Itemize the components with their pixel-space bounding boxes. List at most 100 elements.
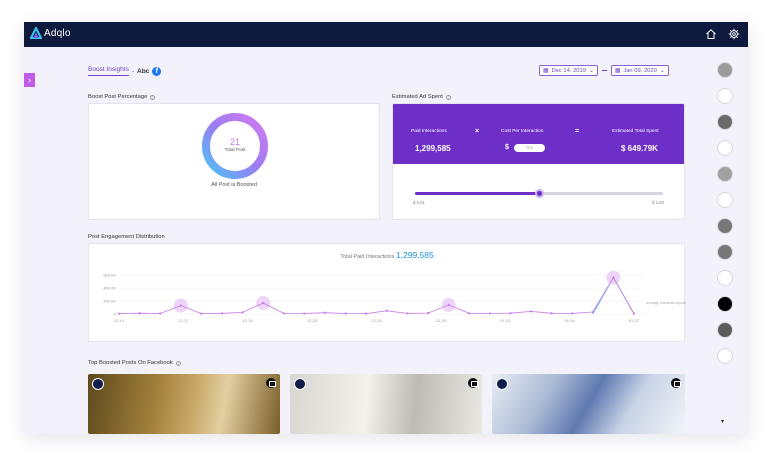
top-bar: Adqlo <box>24 22 748 47</box>
end-date-value: Jan 09, 2020 <box>623 67 657 74</box>
cost-slider-handle[interactable] <box>535 189 544 198</box>
start-date-select[interactable]: ▦ Dec 14, 2019 ⌄ <box>539 65 598 76</box>
brand-7-icon[interactable] <box>717 218 733 234</box>
breadcrumb-page: Abc <box>137 67 150 75</box>
engagement-title: Post Engagement Distribution <box>88 234 165 240</box>
total-post-value: 21 <box>229 137 240 147</box>
multiply-operator: × <box>475 128 480 135</box>
boost-note: All Post is Boosted <box>211 182 257 188</box>
equals-operator: = <box>575 128 580 135</box>
average-label: average interactions/post <box>646 301 686 305</box>
y-tick-label: 0 <box>114 312 117 317</box>
data-point <box>488 312 491 315</box>
data-point <box>529 310 533 313</box>
series-line <box>118 276 635 315</box>
data-point <box>426 311 430 315</box>
cost-slider-fill <box>415 192 539 195</box>
brand-5-icon[interactable] <box>717 166 733 182</box>
calendar-icon: ▦ <box>543 67 549 74</box>
end-date-select[interactable]: ▦ Jan 09, 2020 ⌄ <box>610 65 669 76</box>
data-point <box>509 312 512 315</box>
x-tick-label: 01-01 <box>500 318 511 323</box>
app-name: Adqlo <box>44 27 71 39</box>
brand-9-icon[interactable] <box>717 270 733 286</box>
info-icon[interactable]: i <box>445 94 451 100</box>
breadcrumb-link[interactable]: Boost Insights <box>88 66 129 76</box>
ad-spent-calculator: Paid Interactions 1,299,585 × Cost Per I… <box>393 104 684 164</box>
info-icon[interactable]: i <box>175 360 181 366</box>
data-point <box>385 309 388 312</box>
data-point <box>571 312 574 315</box>
scroll-down-icon[interactable]: ▾ <box>721 418 724 425</box>
post-thumbnail-1[interactable] <box>88 374 280 434</box>
chevron-down-icon: ⌄ <box>659 67 665 74</box>
data-point <box>550 312 553 315</box>
data-point <box>468 312 471 315</box>
facebook-icon: f <box>152 66 162 76</box>
chevron-down-icon: ⌄ <box>588 67 594 74</box>
data-point <box>303 312 306 315</box>
gear-icon[interactable] <box>728 28 740 40</box>
data-point <box>282 312 285 315</box>
brand-10-icon[interactable] <box>717 296 733 312</box>
brand-11-icon[interactable] <box>717 322 733 338</box>
y-tick-label: 600.0K <box>103 273 116 278</box>
video-icon <box>266 378 276 388</box>
page-avatar <box>92 378 104 390</box>
engagement-chart: 600.0K 400.0K 200.0K 012-14 12-17 12-20 12-23 1… <box>103 270 686 323</box>
post-thumbnail-2[interactable] <box>290 374 482 434</box>
post-thumbnail-3[interactable] <box>492 374 685 434</box>
info-icon[interactable]: i <box>150 94 156 100</box>
data-point <box>591 310 594 314</box>
logo[interactable]: Adqlo <box>30 27 71 39</box>
brand-12-icon[interactable] <box>717 348 733 364</box>
data-point <box>406 312 409 315</box>
page-avatar <box>496 378 508 390</box>
cost-per-interaction-label: Cost Per Interaction <box>501 129 544 134</box>
brand-8-icon[interactable] <box>717 244 733 260</box>
slider-max-label: $ 1.00 <box>652 200 664 205</box>
cost-per-interaction-input[interactable]: 0.5 <box>514 144 545 152</box>
data-point <box>447 303 450 306</box>
boost-percentage-card: 21 Total Post All Post is Boosted <box>88 103 380 220</box>
total-post-label: Total Post <box>224 148 246 153</box>
data-point <box>323 311 327 314</box>
paid-interactions-label: Paid Interactions <box>411 129 447 134</box>
paid-interactions-value: 1,299,585 <box>415 144 451 153</box>
data-point <box>220 312 224 315</box>
cost-currency: $ <box>505 144 509 151</box>
data-point <box>632 312 636 315</box>
brand-3-icon[interactable] <box>717 114 733 130</box>
data-point <box>159 312 162 315</box>
engagement-card: Total Paid Interactions 1,299,585 600.0K… <box>88 243 686 342</box>
brand-4-icon[interactable] <box>717 140 733 156</box>
x-tick-label: 12-14 <box>114 318 125 323</box>
estimated-total-label: Estimated Total Spent <box>612 129 659 134</box>
breadcrumb: Boost Insights - Abc f <box>88 66 162 76</box>
app-window: Adqlo › Boost Insights - Abc f ▦ Dec 14,… <box>24 22 748 434</box>
brand-6-icon[interactable] <box>717 192 733 208</box>
estimated-total-value: $ 649.79K <box>621 144 658 153</box>
brand-2-icon[interactable] <box>717 88 733 104</box>
sidebar-toggle[interactable]: › <box>24 73 35 87</box>
data-point <box>262 301 265 305</box>
x-tick-label: 12-29 <box>436 318 447 323</box>
x-tick-label: 01-07 <box>629 318 640 323</box>
date-range-divider <box>601 70 607 71</box>
x-tick-label: 12-17 <box>178 318 189 323</box>
home-icon[interactable] <box>705 28 717 40</box>
logo-icon <box>30 27 42 39</box>
y-tick-label: 200.0K <box>103 299 116 304</box>
page-avatar <box>294 378 306 390</box>
slider-min-label: $ 0.01 <box>413 200 425 205</box>
x-tick-label: 12-20 <box>243 318 254 323</box>
cost-slider[interactable] <box>415 189 663 198</box>
data-point <box>612 276 615 279</box>
date-range: ▦ Dec 14, 2019 ⌄ ▦ Jan 09, 2020 ⌄ <box>539 65 669 76</box>
ad-spent-card: Paid Interactions 1,299,585 × Cost Per I… <box>392 103 685 220</box>
data-point <box>200 312 203 315</box>
data-point <box>117 312 121 315</box>
y-tick-label: 400.0K <box>103 286 116 291</box>
brand-1-icon[interactable] <box>717 62 733 78</box>
video-icon <box>468 378 478 388</box>
